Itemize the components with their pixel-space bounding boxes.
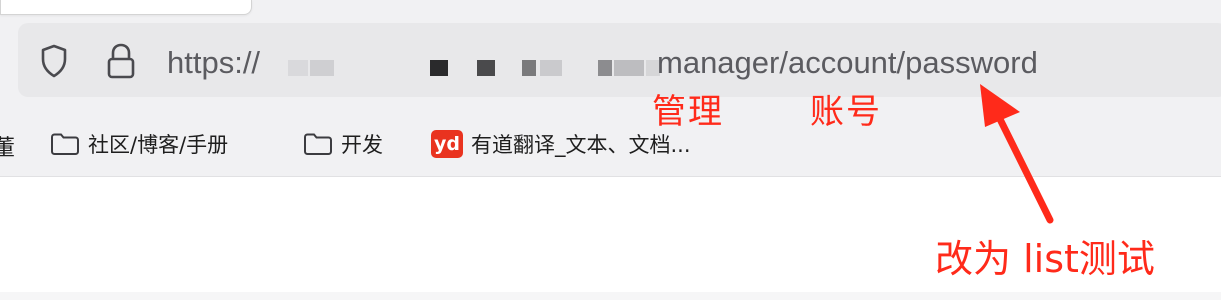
youdao-icon: yd	[431, 130, 463, 158]
bookmark-label: 社区/博客/手册	[88, 133, 229, 157]
redaction-block	[477, 60, 495, 76]
annotation-note: 改为 list测试	[935, 237, 1155, 281]
bookmark-item-cut[interactable]: 董	[0, 130, 15, 162]
browser-window: https:// manager/account/password 管理 账号 …	[0, 0, 1221, 300]
redaction-block	[288, 60, 308, 76]
redaction-block	[522, 60, 536, 76]
bookmark-label: 开发	[341, 133, 383, 157]
bookmarks-bar: 董 社区/博客/手册 开发 yd 有道翻译_文本、文档...	[0, 122, 1221, 166]
bookmark-youdao[interactable]: yd 有道翻译_文本、文档...	[431, 127, 691, 161]
bookmark-label: 有道翻译_文本、文档...	[471, 133, 691, 157]
redaction-block	[598, 60, 612, 76]
shield-icon[interactable]	[40, 44, 68, 78]
url-path[interactable]: manager/account/password	[657, 43, 1038, 83]
bookmark-folder-community[interactable]: 社区/博客/手册	[50, 127, 228, 161]
redaction-block	[310, 60, 334, 76]
redaction-block	[430, 60, 448, 76]
redaction-block	[540, 60, 562, 76]
lock-icon[interactable]	[105, 42, 137, 80]
content-divider	[0, 292, 1221, 300]
url-redacted-segment	[270, 46, 665, 86]
active-tab[interactable]	[0, 0, 252, 15]
bookmark-folder-dev[interactable]: 开发	[303, 127, 383, 161]
folder-icon	[304, 133, 332, 155]
folder-icon	[51, 133, 79, 155]
redaction-block	[614, 60, 644, 76]
url-prefix[interactable]: https://	[167, 43, 260, 83]
